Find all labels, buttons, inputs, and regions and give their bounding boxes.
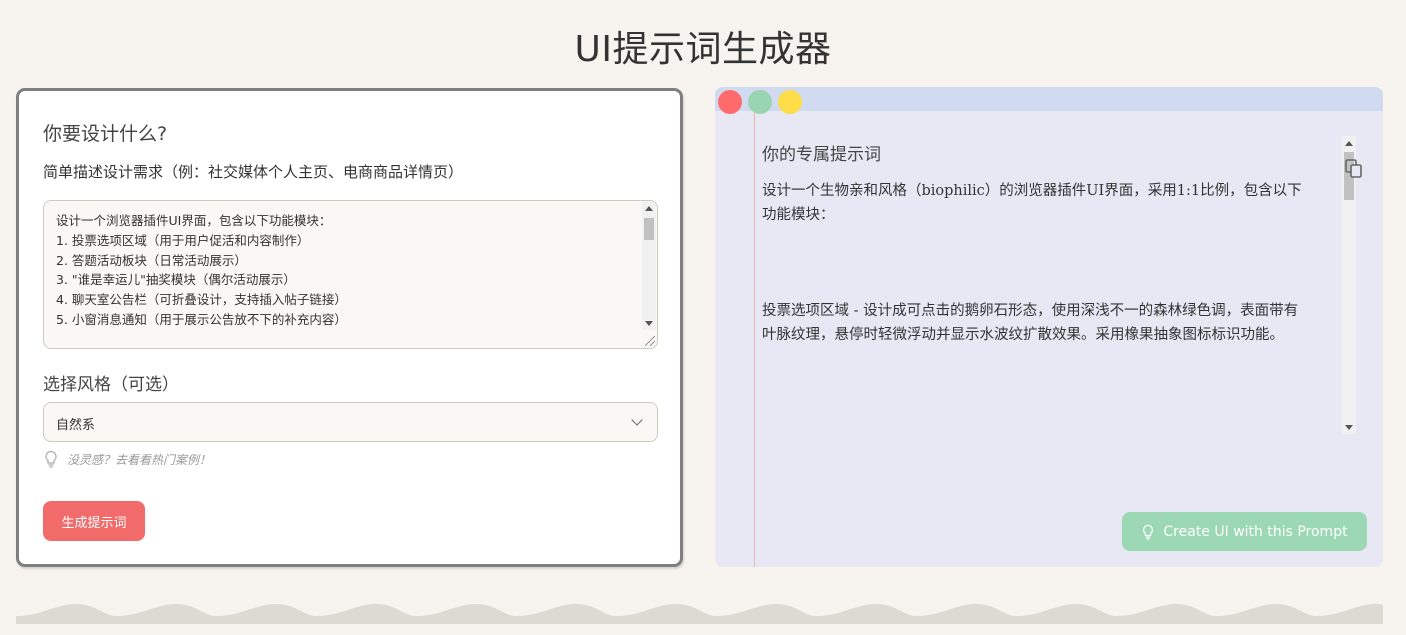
- description-textarea[interactable]: 设计一个浏览器插件UI界面，包含以下功能模块： 1. 投票选项区域（用于用户促活…: [43, 200, 658, 349]
- window-maximize-dot[interactable]: [748, 90, 772, 114]
- textarea-line: 4. 聊天室公告栏（可折叠设计，支持插入帖子链接）: [56, 292, 347, 308]
- scrollbar-thumb[interactable]: [644, 218, 654, 240]
- window-close-dot[interactable]: [718, 90, 742, 114]
- window-minimize-dot[interactable]: [778, 90, 802, 114]
- style-select-value: 自然系: [56, 418, 96, 433]
- prompt-scrollbar[interactable]: [1342, 136, 1356, 434]
- prompt-result-panel: 你的专属提示词 设计一个生物亲和风格（biophilic）的浏览器插件UI界面，…: [715, 87, 1383, 567]
- textarea-line: 1. 投票选项区域（用于用户促活和内容制作）: [56, 232, 310, 248]
- page-title: UI提示词生成器: [574, 29, 832, 70]
- textarea-content[interactable]: 设计一个浏览器插件UI界面，包含以下功能模块： 1. 投票选项区域（用于用户促活…: [56, 211, 347, 330]
- decorative-wave-border: [16, 604, 1383, 624]
- window-titlebar: [715, 87, 1383, 111]
- description-label: 简单描述设计需求（例：社交媒体个人主页、电商商品详情页）: [43, 163, 464, 181]
- textarea-scrollbar[interactable]: [642, 202, 656, 330]
- scroll-up-arrow-icon[interactable]: [1345, 141, 1353, 146]
- scroll-up-arrow-icon[interactable]: [645, 206, 653, 211]
- textarea-line: 设计一个浏览器插件UI界面，包含以下功能模块：: [56, 213, 332, 228]
- style-label: 选择风格（可选）: [43, 375, 179, 395]
- notebook-margin-line: [754, 111, 755, 567]
- scroll-down-arrow-icon[interactable]: [645, 321, 653, 326]
- style-select[interactable]: 自然系: [43, 402, 658, 442]
- textarea-line: 3. "谁是幸运儿"抽奖模块（偶尔活动展示）: [56, 272, 296, 288]
- result-title: 你的专属提示词: [762, 145, 881, 165]
- copy-icon[interactable]: [1344, 158, 1364, 180]
- create-ui-button[interactable]: Create UI with this Prompt: [1122, 512, 1367, 551]
- resize-handle-icon[interactable]: [645, 336, 655, 346]
- lightbulb-icon: [1143, 524, 1154, 540]
- textarea-line: 2. 答题活动板块（日常活动展示）: [56, 252, 247, 268]
- inspiration-hint[interactable]: 没灵感？去看看热门案例！: [43, 450, 211, 468]
- create-ui-button-label: Create UI with this Prompt: [1163, 523, 1348, 540]
- hint-text[interactable]: 没灵感？去看看热门案例！: [67, 451, 211, 468]
- form-heading: 你要设计什么?: [43, 123, 168, 145]
- generate-prompt-button[interactable]: 生成提示词: [43, 501, 145, 541]
- prompt-paragraph: 设计一个生物亲和风格（biophilic）的浏览器插件UI界面，采用1:1比例，…: [762, 183, 1302, 223]
- scroll-down-arrow-icon[interactable]: [1345, 425, 1353, 430]
- prompt-paragraph: 投票选项区域 - 设计成可点击的鹅卵石形态，使用深浅不一的森林绿色调，表面带有叶…: [762, 303, 1299, 343]
- prompt-text: 设计一个生物亲和风格（biophilic）的浏览器插件UI界面，采用1:1比例，…: [762, 179, 1307, 347]
- chevron-down-icon: [631, 414, 643, 426]
- textarea-line: 5. 小窗消息通知（用于展示公告放不下的补充内容）: [56, 311, 347, 327]
- design-form-card: 你要设计什么? 简单描述设计需求（例：社交媒体个人主页、电商商品详情页） 设计一…: [16, 88, 683, 567]
- lightbulb-icon: [45, 450, 57, 468]
